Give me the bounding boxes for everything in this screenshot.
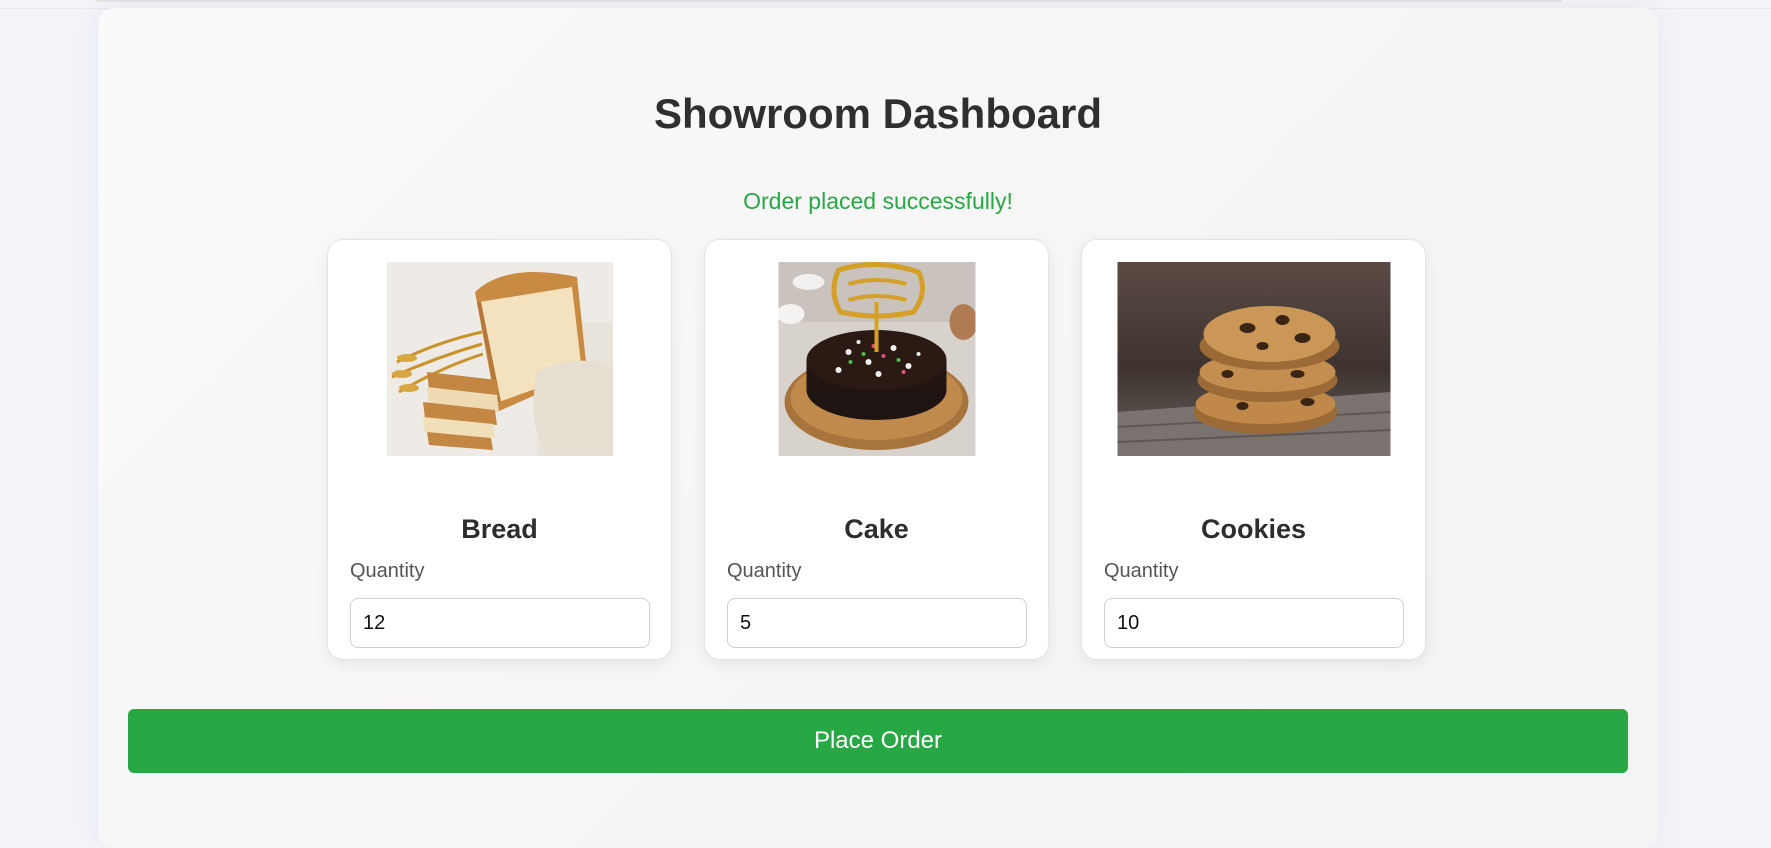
product-card-cake: Cake Quantity (704, 239, 1049, 660)
product-name: Bread (461, 514, 538, 544)
cookies-image (1117, 262, 1390, 456)
page-title: Showroom Dashboard (653, 90, 1103, 137)
place-order-button[interactable]: Place Order (128, 709, 1628, 773)
cake-image (778, 262, 975, 456)
bread-image (386, 262, 613, 456)
top-bar-edge (96, 0, 1562, 2)
cookies-quantity-input[interactable] (1104, 598, 1404, 648)
quantity-label: Quantity (350, 560, 425, 582)
bread-quantity-input[interactable] (350, 598, 650, 648)
product-card-bread: Bread Quantity (327, 239, 672, 660)
quantity-label: Quantity (1104, 560, 1179, 582)
quantity-label: Quantity (727, 560, 802, 582)
product-name: Cookies (1200, 514, 1307, 544)
dashboard-container: Showroom Dashboard Order placed successf… (98, 8, 1658, 848)
product-name: Cake (844, 514, 909, 544)
product-card-cookies: Cookies Quantity (1081, 239, 1426, 660)
cake-quantity-input[interactable] (727, 598, 1027, 648)
order-status-message: Order placed successfully! (743, 188, 1013, 214)
